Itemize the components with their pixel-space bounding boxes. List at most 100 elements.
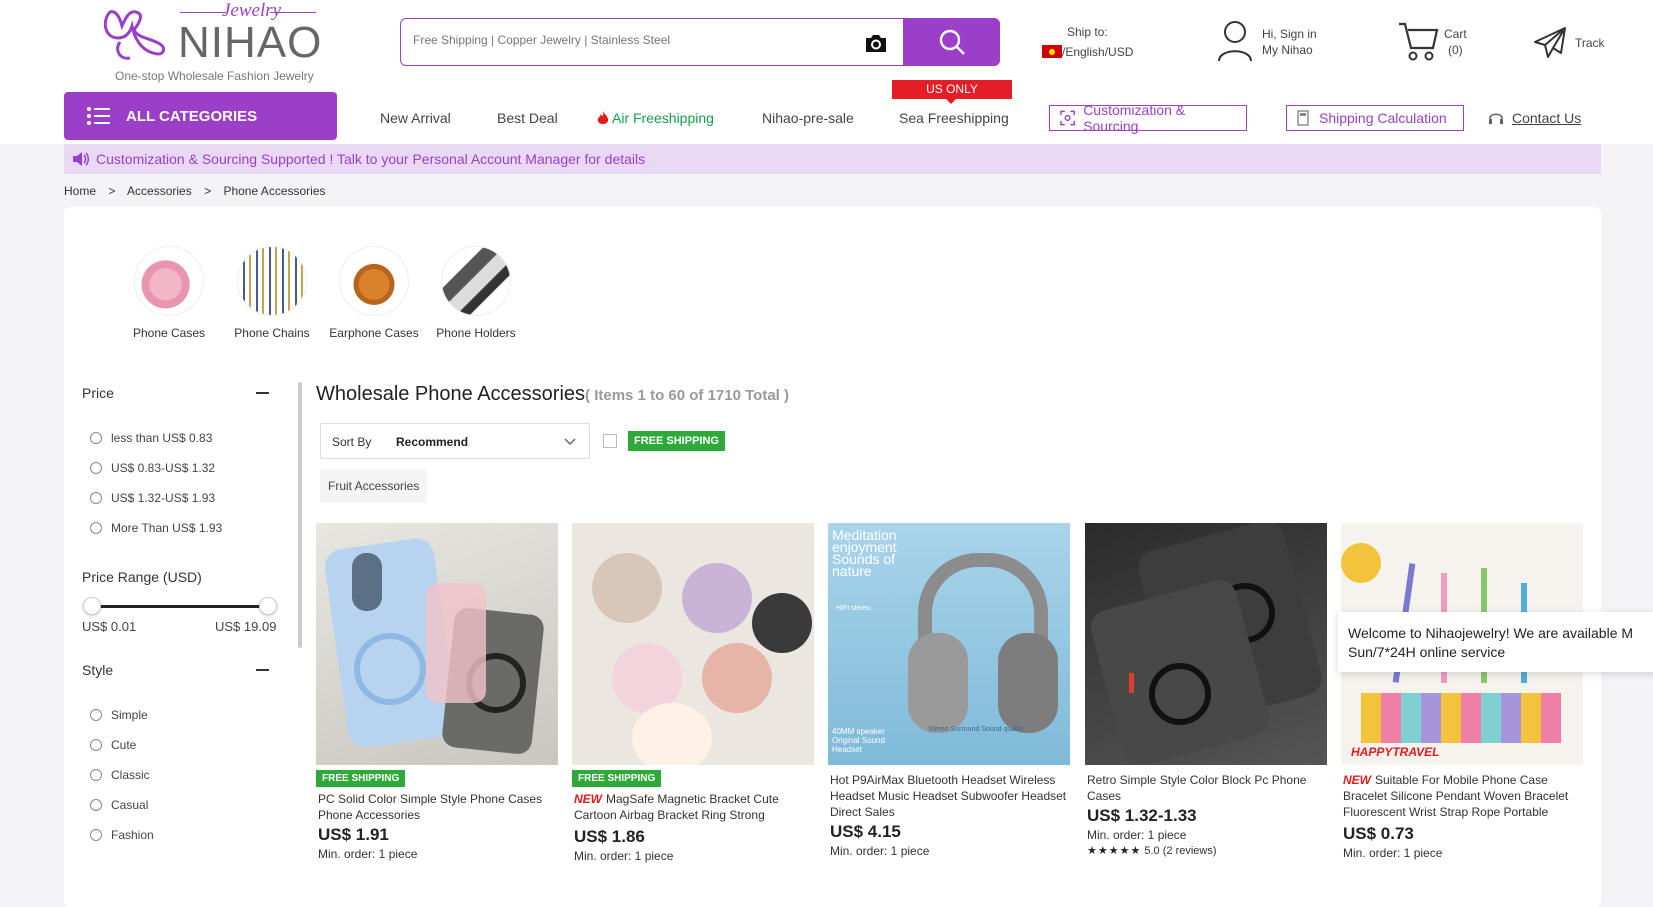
product-image[interactable]: Meditation enjoyment Sounds of nature HI…	[828, 523, 1070, 765]
product-image[interactable]	[572, 523, 814, 765]
product-title[interactable]: PC Solid Color Simple Style Phone Cases …	[316, 791, 558, 823]
nav-air-freeshipping-label: Air Freeshipping	[612, 110, 714, 126]
price-option[interactable]: US$ 1.32-US$ 1.93	[90, 491, 215, 505]
sort-dropdown[interactable]: Sort By Recommend	[320, 423, 590, 459]
product-min-order: Min. order: 1 piece	[1087, 828, 1187, 842]
product-rating: ★★★★★ 5.0 (2 reviews)	[1087, 845, 1217, 857]
fire-icon	[597, 110, 609, 124]
price-range-max-handle[interactable]	[259, 597, 277, 615]
phone-cases-image	[134, 246, 204, 316]
product-title[interactable]: Hot P9AirMax Bluetooth Headset Wireless …	[828, 772, 1070, 820]
headset-image-text: Meditation enjoyment Sounds of nature	[832, 527, 897, 579]
airplane-icon	[1534, 27, 1566, 58]
announcement-banner: Customization & Sourcing Supported ! Tal…	[64, 144, 1601, 174]
collapse-style-icon[interactable]	[256, 669, 269, 671]
breadcrumb-separator: >	[108, 184, 116, 198]
breadcrumb-home[interactable]: Home	[64, 184, 96, 198]
nav-air-freeshipping[interactable]: Air Freeshipping	[597, 110, 714, 126]
my-nihao-link[interactable]: My Nihao	[1262, 42, 1313, 58]
radio-icon	[90, 492, 102, 504]
sort-label: Sort By	[332, 435, 372, 449]
ship-to-label: Ship to:	[1067, 25, 1108, 39]
collapse-price-icon[interactable]	[256, 392, 269, 394]
product-min-order: Min. order: 1 piece	[830, 844, 930, 858]
style-option[interactable]: Simple	[90, 708, 148, 722]
all-categories-button[interactable]: ALL CATEGORIES	[64, 92, 337, 140]
product-title[interactable]: Retro Simple Style Color Block Pc Phone …	[1085, 772, 1327, 804]
style-option[interactable]: Casual	[90, 798, 148, 812]
banner-text: Customization & Sourcing Supported ! Tal…	[96, 151, 646, 167]
nav-pre-sale[interactable]: Nihao-pre-sale	[762, 110, 854, 126]
product-card[interactable]: HAPPYTRAVEL NEW Suitable For Mobile Phone…	[1341, 523, 1583, 860]
free-shipping-checkbox[interactable]	[603, 434, 617, 448]
camera-icon[interactable]	[863, 32, 889, 54]
cart-label: Cart	[1444, 27, 1467, 41]
new-badge: NEW	[1343, 773, 1371, 787]
listing-count: ( Items 1 to 60 of 1710 Total )	[585, 387, 789, 404]
rating-stars-icon: ★★★★★	[1087, 845, 1142, 857]
price-option[interactable]: US$ 0.83-US$ 1.32	[90, 461, 215, 475]
radio-icon	[90, 739, 102, 751]
price-filter-title: Price	[82, 385, 114, 401]
headset-icon	[1489, 113, 1503, 124]
nav-shipping-calc[interactable]: Shipping Calculation	[1286, 105, 1464, 131]
subcategory-phone-chains[interactable]: Phone Chains	[222, 246, 322, 340]
chat-line-1: Welcome to Nihaojewelry! We are availabl…	[1348, 625, 1634, 641]
all-categories-label: ALL CATEGORIES	[126, 107, 258, 125]
free-shipping-filter-tag[interactable]: FREE SHIPPING	[628, 431, 725, 451]
sort-value: Recommend	[396, 435, 469, 449]
product-image[interactable]	[1085, 523, 1327, 765]
search-button[interactable]	[903, 17, 1000, 66]
subcategory-phone-cases[interactable]: Phone Cases	[119, 246, 219, 340]
price-option[interactable]: More Than US$ 1.93	[90, 521, 222, 535]
breadcrumb-separator: >	[204, 184, 212, 198]
subcategory-earphone-cases[interactable]: Earphone Cases	[324, 246, 424, 340]
product-card[interactable]: FREE SHIPPING PC Solid Color Simple Styl…	[316, 523, 558, 861]
ship-to-value: /English/USD	[1062, 45, 1134, 59]
style-option[interactable]: Cute	[90, 738, 136, 752]
free-shipping-badge: FREE SHIPPING	[572, 770, 662, 787]
price-range-min-handle[interactable]	[83, 597, 101, 615]
site-header: Jewelry NIHAO One-stop Wholesale Fashion…	[0, 0, 1653, 144]
price-option[interactable]: less than US$ 0.83	[90, 431, 212, 445]
speaker-icon	[73, 152, 89, 166]
nav-customization[interactable]: Customization & Sourcing	[1049, 102, 1247, 134]
listing-title-text: Wholesale Phone Accessories	[316, 383, 586, 405]
product-title[interactable]: NEW Suitable For Mobile Phone Case Bracel…	[1341, 772, 1583, 822]
product-price: US$ 0.73	[1343, 824, 1414, 843]
filter-chip[interactable]: Fruit Accessories	[320, 469, 428, 503]
radio-icon	[90, 769, 102, 781]
logo-tagline: One-stop Wholesale Fashion Jewelry	[115, 69, 314, 83]
earphone-cases-image	[339, 246, 409, 316]
style-option[interactable]: Fashion	[90, 828, 154, 842]
nav-best-deal[interactable]: Best Deal	[497, 110, 558, 126]
sign-in-link[interactable]: Hi, Sign in	[1262, 26, 1317, 42]
search-icon	[939, 29, 965, 55]
scan-icon	[1060, 110, 1075, 126]
list-icon	[87, 107, 110, 125]
price-range-track	[88, 605, 268, 608]
happytravel-logo: HAPPYTRAVEL	[1351, 745, 1440, 759]
product-card[interactable]: Retro Simple Style Color Block Pc Phone …	[1085, 523, 1327, 857]
phone-holders-image	[441, 246, 511, 316]
breadcrumb: Home > Accessories > Phone Accessories	[64, 184, 326, 198]
product-card[interactable]: FREE SHIPPING NEW MagSafe Magnetic Bracke…	[572, 523, 814, 863]
product-title[interactable]: NEW MagSafe Magnetic Bracket Cute Cartoon…	[572, 791, 814, 825]
product-price: US$ 1.91	[318, 825, 389, 844]
nav-sea-freeshipping[interactable]: Sea Freeshipping	[899, 110, 1009, 126]
subcategory-label: Phone Cases	[132, 326, 206, 340]
search-input[interactable]	[413, 33, 813, 47]
sidebar-scrollbar[interactable]	[298, 382, 302, 648]
radio-icon	[90, 709, 102, 721]
breadcrumb-accessories[interactable]: Accessories	[127, 184, 192, 198]
nav-new-arrival[interactable]: New Arrival	[380, 110, 451, 126]
product-card[interactable]: Meditation enjoyment Sounds of nature HI…	[828, 523, 1070, 858]
chat-welcome-popup[interactable]: Welcome to Nihaojewelry! We are availabl…	[1338, 612, 1653, 672]
calculator-icon	[1297, 110, 1309, 126]
subcategory-label: Phone Chains	[234, 326, 310, 340]
subcategory-phone-holders[interactable]: Phone Holders	[426, 246, 526, 340]
product-image[interactable]	[316, 523, 558, 765]
nav-contact[interactable]: Contact Us	[1488, 110, 1581, 126]
style-option[interactable]: Classic	[90, 768, 150, 782]
cart-icon	[1399, 22, 1439, 61]
